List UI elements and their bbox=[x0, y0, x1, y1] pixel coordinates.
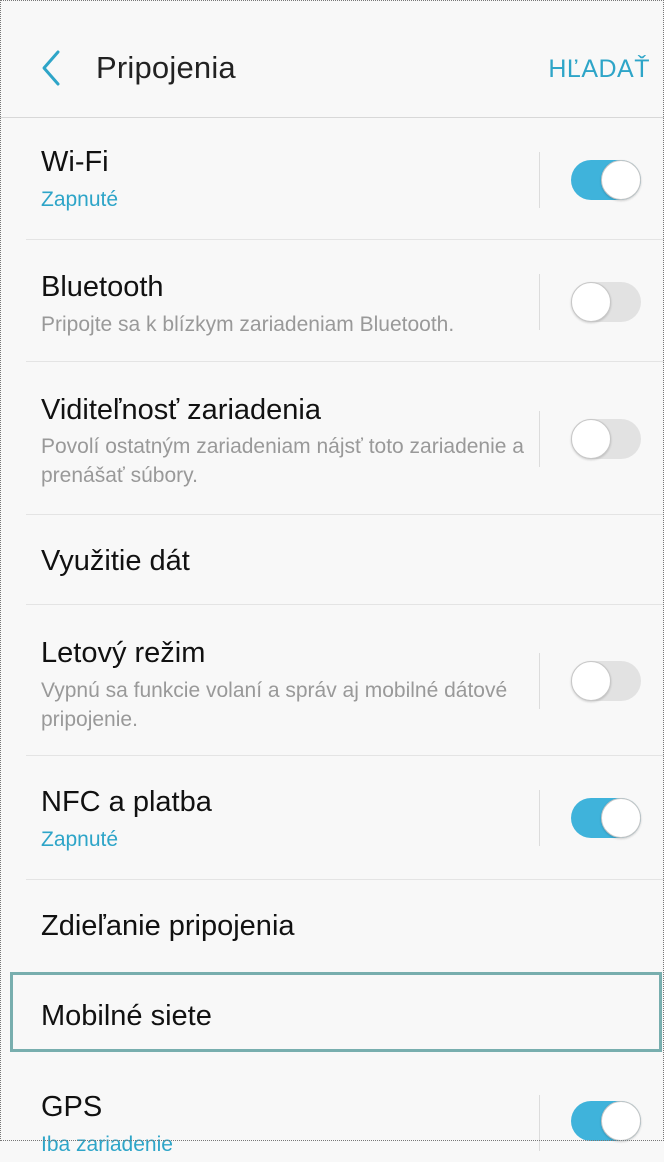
toggle-knob bbox=[601, 160, 641, 200]
setting-subtitle: Vypnú sa funkcie volaní a správ aj mobil… bbox=[41, 679, 508, 731]
setting-title: Zdieľanie pripojenia bbox=[41, 910, 295, 942]
setting-title: Wi-Fi bbox=[41, 146, 109, 178]
toggle-knob bbox=[601, 798, 641, 838]
app-header: Pripojenia HĽADAŤ bbox=[0, 0, 664, 118]
setting-row-flight-mode[interactable]: Letový režim Vypnú sa funkcie volaní a s… bbox=[0, 606, 664, 756]
row-divider bbox=[26, 755, 664, 756]
vertical-divider bbox=[539, 653, 540, 709]
setting-subtitle: Zapnuté bbox=[41, 188, 119, 211]
toggle-knob bbox=[571, 282, 611, 322]
page-title: Pripojenia bbox=[96, 50, 236, 85]
bluetooth-toggle[interactable] bbox=[571, 282, 641, 322]
setting-row-nfc[interactable]: NFC a platba Zapnuté bbox=[0, 757, 664, 880]
flight-mode-toggle[interactable] bbox=[571, 661, 641, 701]
wifi-toggle[interactable] bbox=[571, 160, 641, 200]
setting-row-gps[interactable]: GPS Iba zariadenie bbox=[0, 1062, 664, 1162]
setting-row-bluetooth[interactable]: Bluetooth Pripojte sa k blízkym zariaden… bbox=[0, 241, 664, 362]
setting-row-data-usage[interactable]: Využitie dát bbox=[0, 516, 664, 605]
setting-title: Letový režim bbox=[41, 637, 206, 669]
vertical-divider bbox=[539, 411, 540, 467]
setting-row-device-visibility[interactable]: Viditeľnosť zariadenia Povolí ostatným z… bbox=[0, 363, 664, 515]
toggle-knob bbox=[571, 661, 611, 701]
setting-subtitle: Povolí ostatným zariadeniam nájsť toto z… bbox=[41, 435, 524, 487]
vertical-divider bbox=[539, 790, 540, 846]
chevron-left-icon bbox=[42, 50, 60, 86]
setting-subtitle: Zapnuté bbox=[41, 828, 119, 851]
row-divider bbox=[26, 604, 664, 605]
setting-row-wifi[interactable]: Wi-Fi Zapnuté bbox=[0, 119, 664, 240]
setting-title: GPS bbox=[41, 1091, 103, 1123]
setting-title: Bluetooth bbox=[41, 271, 164, 303]
search-button[interactable]: HĽADAŤ bbox=[548, 54, 650, 84]
toggle-knob bbox=[571, 419, 611, 459]
setting-subtitle: Pripojte sa k blízkym zariadeniam Blueto… bbox=[41, 313, 455, 336]
setting-title: Viditeľnosť zariadenia bbox=[41, 394, 321, 426]
toggle-knob bbox=[601, 1101, 641, 1141]
row-divider bbox=[26, 239, 664, 240]
row-divider bbox=[26, 879, 664, 880]
vertical-divider bbox=[539, 274, 540, 330]
nfc-toggle[interactable] bbox=[571, 798, 641, 838]
setting-title: NFC a platba bbox=[41, 786, 212, 818]
row-divider bbox=[26, 514, 664, 515]
visibility-toggle[interactable] bbox=[571, 419, 641, 459]
setting-subtitle: Iba zariadenie bbox=[41, 1133, 173, 1156]
vertical-divider bbox=[539, 152, 540, 208]
vertical-divider bbox=[539, 1095, 540, 1151]
selection-highlight bbox=[10, 972, 662, 1052]
setting-row-tethering[interactable]: Zdieľanie pripojenia bbox=[0, 881, 664, 972]
setting-title: Využitie dát bbox=[41, 545, 190, 577]
back-button[interactable] bbox=[34, 44, 74, 92]
gps-toggle[interactable] bbox=[571, 1101, 641, 1141]
row-divider bbox=[26, 361, 664, 362]
